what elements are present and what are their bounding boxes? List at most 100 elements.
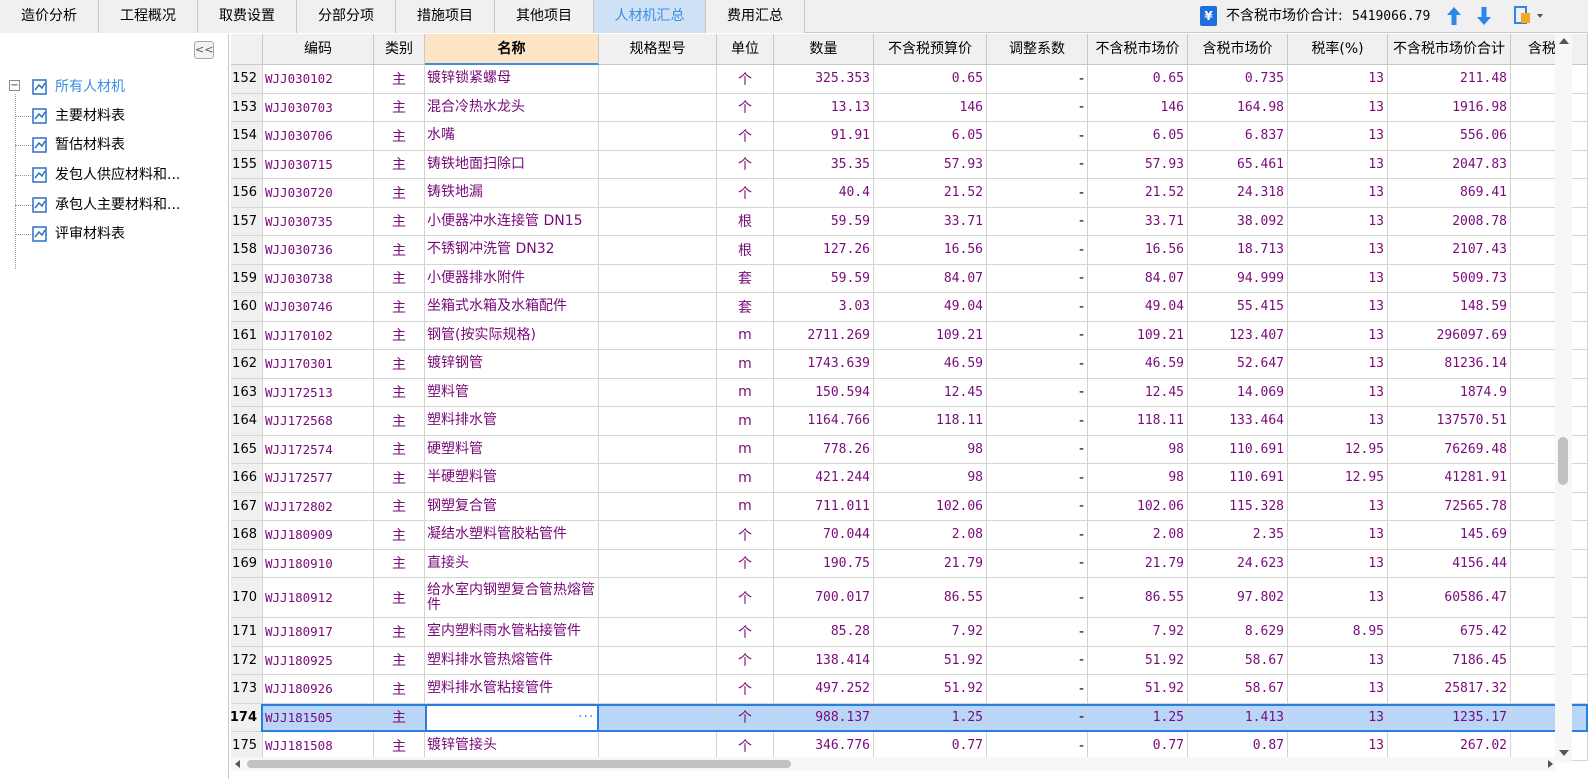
market-price-tax-cell[interactable]: 58.67: [1188, 675, 1288, 704]
table-row[interactable]: 156 WJJ030720 主铸铁地漏个 40.4 21.52-21.52 24.318 1…: [231, 179, 1588, 208]
market-total-tax-cell[interactable]: [1511, 150, 1588, 179]
spec-cell[interactable]: [599, 675, 717, 704]
market-total-cell[interactable]: 145.69: [1388, 521, 1511, 550]
header-adjust-factor[interactable]: 调整系数: [987, 34, 1088, 65]
tab-3[interactable]: 分部分项: [297, 0, 396, 33]
category-cell[interactable]: 主: [374, 93, 425, 122]
market-price-tax-cell[interactable]: 52.647: [1188, 350, 1288, 379]
tax-rate-cell[interactable]: 12.95: [1288, 435, 1388, 464]
table-row[interactable]: 168 WJJ180909 主凝结水塑料管胶粘管件个 70.044 2.08-2.08 2…: [231, 521, 1588, 550]
unit-cell[interactable]: 根: [717, 207, 774, 236]
market-price-cell[interactable]: 46.59: [1088, 350, 1188, 379]
market-total-tax-cell[interactable]: [1511, 293, 1588, 322]
market-total-tax-cell[interactable]: [1511, 122, 1588, 151]
budget-price-cell[interactable]: 57.93: [874, 150, 987, 179]
code-cell[interactable]: WJJ170301: [263, 350, 374, 379]
name-cell[interactable]: 小便器排水附件: [425, 264, 599, 293]
quantity-cell[interactable]: 85.28: [774, 618, 874, 647]
table-row[interactable]: 167 WJJ172802 主钢塑复合管 m 711.011 102.06-102.06 1…: [231, 492, 1588, 521]
market-total-tax-cell[interactable]: [1511, 236, 1588, 265]
unit-cell[interactable]: 个: [717, 122, 774, 151]
header-code[interactable]: 编码: [263, 34, 374, 65]
tab-0[interactable]: 造价分析: [0, 0, 99, 33]
adjust-factor-cell[interactable]: -: [987, 179, 1088, 208]
table-row[interactable]: 174 WJJ181505 主镀锌钢管接头零件个 988.137 1.25-1.25 1.…: [231, 703, 1588, 732]
name-cell[interactable]: 半硬塑料管: [425, 464, 599, 493]
scroll-right-icon[interactable]: [1548, 760, 1553, 768]
market-total-tax-cell[interactable]: [1511, 321, 1588, 350]
adjust-factor-cell[interactable]: -: [987, 65, 1088, 94]
code-cell[interactable]: WJJ030736: [263, 236, 374, 265]
name-cell[interactable]: 铸铁地面扫除口: [425, 150, 599, 179]
market-price-tax-cell[interactable]: 0.735: [1188, 65, 1288, 94]
market-total-cell[interactable]: 72565.78: [1388, 492, 1511, 521]
adjust-factor-cell[interactable]: -: [987, 207, 1088, 236]
spec-cell[interactable]: [599, 521, 717, 550]
tax-rate-cell[interactable]: 13: [1288, 179, 1388, 208]
header-name[interactable]: 名称: [425, 34, 599, 65]
table-row[interactable]: 164 WJJ172568 主塑料排水管 m 1164.766 118.11-118.11…: [231, 407, 1588, 436]
header-corner[interactable]: [231, 34, 263, 65]
unit-cell[interactable]: 个: [717, 618, 774, 647]
tax-rate-cell[interactable]: 8.95: [1288, 618, 1388, 647]
spec-cell[interactable]: [599, 378, 717, 407]
ellipsis-icon[interactable]: ···: [578, 709, 594, 725]
scroll-up-icon[interactable]: [1559, 38, 1569, 44]
category-cell[interactable]: 主: [374, 492, 425, 521]
budget-price-cell[interactable]: 12.45: [874, 378, 987, 407]
budget-price-cell[interactable]: 98: [874, 464, 987, 493]
quantity-cell[interactable]: 59.59: [774, 207, 874, 236]
code-cell[interactable]: WJJ030102: [263, 65, 374, 94]
market-total-cell[interactable]: 1235.17: [1388, 703, 1511, 732]
quantity-cell[interactable]: 150.594: [774, 378, 874, 407]
quantity-cell[interactable]: 127.26: [774, 236, 874, 265]
market-total-tax-cell[interactable]: [1511, 578, 1588, 618]
market-price-cell[interactable]: 98: [1088, 464, 1188, 493]
adjust-factor-cell[interactable]: -: [987, 492, 1088, 521]
tab-5[interactable]: 其他项目: [495, 0, 594, 33]
code-cell[interactable]: WJJ030746: [263, 293, 374, 322]
market-price-tax-cell[interactable]: 8.629: [1188, 618, 1288, 647]
scroll-left-icon[interactable]: [235, 760, 240, 768]
market-total-tax-cell[interactable]: [1511, 378, 1588, 407]
name-cell[interactable]: 镀锌锁紧螺母: [425, 65, 599, 94]
adjust-factor-cell[interactable]: -: [987, 675, 1088, 704]
table-row[interactable]: 161 WJJ170102 主钢管(按实际规格) m 2711.269 109.21-10…: [231, 321, 1588, 350]
market-price-tax-cell[interactable]: 55.415: [1188, 293, 1288, 322]
market-price-tax-cell[interactable]: 115.328: [1188, 492, 1288, 521]
spec-cell[interactable]: [599, 236, 717, 265]
unit-cell[interactable]: 个: [717, 93, 774, 122]
market-total-tax-cell[interactable]: [1511, 350, 1588, 379]
move-down-button[interactable]: [1473, 4, 1495, 28]
market-total-tax-cell[interactable]: [1511, 646, 1588, 675]
unit-cell[interactable]: m: [717, 350, 774, 379]
market-price-tax-cell[interactable]: 110.691: [1188, 435, 1288, 464]
adjust-factor-cell[interactable]: -: [987, 578, 1088, 618]
spec-cell[interactable]: [599, 65, 717, 94]
adjust-factor-cell[interactable]: -: [987, 150, 1088, 179]
unit-cell[interactable]: 个: [717, 675, 774, 704]
name-cell[interactable]: 镀锌钢管接头零件: [425, 703, 599, 732]
code-cell[interactable]: WJJ180912: [263, 578, 374, 618]
tax-rate-cell[interactable]: 13: [1288, 350, 1388, 379]
quantity-cell[interactable]: 2711.269: [774, 321, 874, 350]
table-row[interactable]: 163 WJJ172513 主塑料管 m 150.594 12.45-12.45 14.06…: [231, 378, 1588, 407]
category-cell[interactable]: 主: [374, 179, 425, 208]
name-cell[interactable]: 不锈钢冲洗管 DN32: [425, 236, 599, 265]
market-price-cell[interactable]: 51.92: [1088, 675, 1188, 704]
quantity-cell[interactable]: 1743.639: [774, 350, 874, 379]
budget-price-cell[interactable]: 6.05: [874, 122, 987, 151]
budget-price-cell[interactable]: 0.65: [874, 65, 987, 94]
quantity-cell[interactable]: 497.252: [774, 675, 874, 704]
tax-rate-cell[interactable]: 13: [1288, 646, 1388, 675]
market-total-cell[interactable]: 41281.91: [1388, 464, 1511, 493]
collapse-panel-button[interactable]: <<: [194, 41, 214, 59]
code-cell[interactable]: WJJ172574: [263, 435, 374, 464]
table-row[interactable]: 154 WJJ030706 主水嘴个 91.91 6.05-6.05 6.837 13 556…: [231, 122, 1588, 151]
name-cell[interactable]: 坐箱式水箱及水箱配件: [425, 293, 599, 322]
market-total-tax-cell[interactable]: [1511, 407, 1588, 436]
market-price-cell[interactable]: 98: [1088, 435, 1188, 464]
category-cell[interactable]: 主: [374, 435, 425, 464]
name-cell[interactable]: 钢管(按实际规格): [425, 321, 599, 350]
header-unit[interactable]: 单位: [717, 34, 774, 65]
